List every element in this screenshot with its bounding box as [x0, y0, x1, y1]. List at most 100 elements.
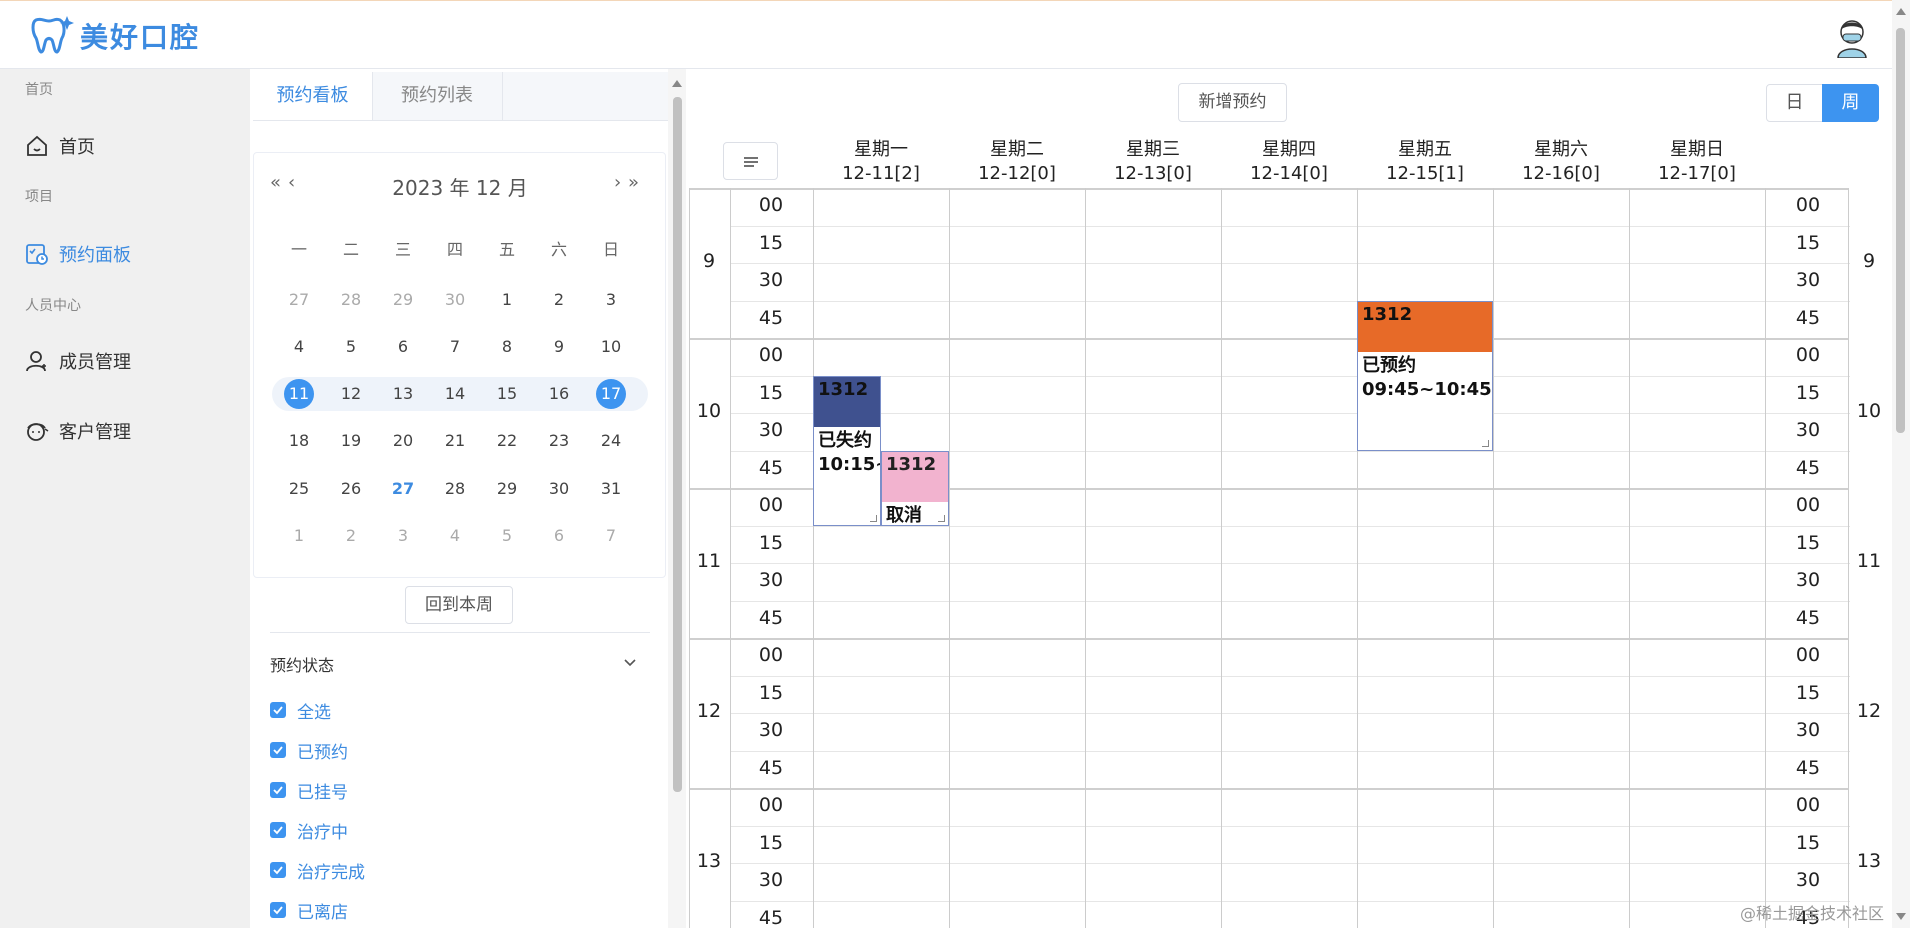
sidebar-item-schedule[interactable]: 预约面板 [0, 226, 250, 282]
calendar-day[interactable]: 2 [325, 521, 377, 551]
panel-scrollbar-thumb[interactable] [673, 97, 682, 792]
minute-label-right: 00 [1795, 644, 1821, 666]
back-to-week-button[interactable]: 回到本周 [405, 586, 513, 624]
minute-label-left: 00 [758, 344, 784, 366]
tab-board[interactable]: 预约看板 [253, 72, 373, 120]
filter-option[interactable]: 已挂号 [270, 777, 348, 803]
calendar-day[interactable]: 1 [481, 285, 533, 315]
calendar-day[interactable]: 31 [585, 474, 637, 504]
checkbox-checked-icon[interactable] [270, 822, 286, 838]
checkbox-checked-icon[interactable] [270, 862, 286, 878]
resize-handle-icon[interactable] [938, 514, 945, 522]
calendar-day[interactable]: 23 [533, 426, 585, 456]
resize-handle-icon[interactable] [870, 514, 877, 522]
calendar-day[interactable]: 28 [429, 474, 481, 504]
calendar-day[interactable]: 6 [533, 521, 585, 551]
calendar-day[interactable]: 4 [273, 332, 325, 362]
appointment-card[interactable]: 1312 已预约 09:45~10:45 [1357, 300, 1493, 451]
calendar-day[interactable]: 12 [325, 379, 377, 409]
day-column-header[interactable]: 星期日 12-17[0] [1629, 138, 1765, 186]
view-week-button[interactable]: 周 [1822, 84, 1879, 122]
calendar-day[interactable]: 15 [481, 379, 533, 409]
checkbox-checked-icon[interactable] [270, 902, 286, 918]
calendar-day[interactable]: 26 [325, 474, 377, 504]
calendar-day[interactable]: 7 [585, 521, 637, 551]
chevron-down-icon[interactable] [622, 654, 638, 670]
menu-button[interactable] [723, 142, 778, 180]
calendar-day[interactable]: 2 [533, 285, 585, 315]
calendar-day-label: 6 [397, 337, 409, 356]
scroll-up-icon[interactable] [671, 78, 683, 88]
sidebar-item-customers[interactable]: 客户管理 [0, 403, 250, 459]
resize-handle-icon[interactable] [1482, 439, 1489, 447]
weekday-label: 一 [290, 240, 307, 259]
next-month-icon[interactable]: › [614, 172, 621, 193]
calendar-day[interactable]: 3 [377, 521, 429, 551]
calendar-day[interactable]: 8 [481, 332, 533, 362]
calendar-day-label: 4 [293, 337, 305, 356]
day-column-header[interactable]: 星期五 12-15[1] [1357, 138, 1493, 186]
filter-option[interactable]: 治疗中 [270, 817, 348, 843]
calendar-day[interactable]: 17 [585, 379, 637, 409]
day-column-header[interactable]: 星期一 12-11[2] [813, 138, 949, 186]
calendar-day[interactable]: 19 [325, 426, 377, 456]
calendar-day[interactable]: 16 [533, 379, 585, 409]
checkbox-checked-icon[interactable] [270, 782, 286, 798]
column-gridline [1357, 188, 1358, 928]
calendar-day[interactable]: 27 [377, 474, 429, 504]
filter-option[interactable]: 已预约 [270, 737, 348, 763]
next-year-icon[interactable]: » [628, 172, 639, 193]
page-scrollbar-thumb[interactable] [1896, 28, 1905, 433]
sidebar-item-home[interactable]: 首页 [0, 118, 250, 174]
calendar-day[interactable]: 30 [533, 474, 585, 504]
add-appointment-button[interactable]: 新增预约 [1178, 83, 1287, 122]
view-day-button[interactable]: 日 [1766, 84, 1823, 122]
calendar-day[interactable]: 11 [273, 379, 325, 409]
calendar-day[interactable]: 7 [429, 332, 481, 362]
calendar-day[interactable]: 18 [273, 426, 325, 456]
checkbox-checked-icon[interactable] [270, 702, 286, 718]
calendar-day[interactable]: 5 [481, 521, 533, 551]
sidebar-item-members[interactable]: 成员管理 [0, 333, 250, 389]
scroll-down-icon[interactable] [1895, 912, 1907, 922]
tab-list[interactable]: 预约列表 [372, 72, 503, 120]
calendar-day[interactable]: 4 [429, 521, 481, 551]
calendar-day[interactable]: 24 [585, 426, 637, 456]
calendar-day[interactable]: 28 [325, 285, 377, 315]
day-date: 12-13[0] [1114, 163, 1192, 184]
calendar-day[interactable]: 29 [481, 474, 533, 504]
calendar-day[interactable]: 25 [273, 474, 325, 504]
calendar-day[interactable]: 10 [585, 332, 637, 362]
checkbox-checked-icon[interactable] [270, 742, 286, 758]
calendar-day[interactable]: 29 [377, 285, 429, 315]
calendar-day[interactable]: 3 [585, 285, 637, 315]
calendar-day[interactable]: 1 [273, 521, 325, 551]
filter-title: 预约状态 [270, 656, 335, 675]
calendar-day[interactable]: 22 [481, 426, 533, 456]
filter-option[interactable]: 全选 [270, 697, 331, 723]
hour-gridline [689, 788, 1849, 790]
calendar-day[interactable]: 20 [377, 426, 429, 456]
day-column-header[interactable]: 星期六 12-16[0] [1493, 138, 1629, 186]
filter-option[interactable]: 已离店 [270, 897, 348, 923]
calendar-day-label: 28 [340, 290, 362, 309]
calendar-day[interactable]: 30 [429, 285, 481, 315]
calendar-day[interactable]: 13 [377, 379, 429, 409]
scroll-up-icon[interactable] [1895, 6, 1907, 16]
calendar-day[interactable]: 9 [533, 332, 585, 362]
calendar-day[interactable]: 6 [377, 332, 429, 362]
day-name: 星期五 [1398, 139, 1452, 160]
day-column-header[interactable]: 星期四 12-14[0] [1221, 138, 1357, 186]
calendar-day[interactable]: 21 [429, 426, 481, 456]
calendar-day[interactable]: 14 [429, 379, 481, 409]
avatar[interactable] [1832, 16, 1872, 58]
appointment-card[interactable]: 1312取消10:45~ [881, 450, 949, 526]
calendar-day[interactable]: 27 [273, 285, 325, 315]
day-column-header[interactable]: 星期二 12-12[0] [949, 138, 1085, 186]
calendar-month-unit: 月 [507, 176, 528, 200]
calendar-day-label: 8 [501, 337, 513, 356]
appointment-card[interactable]: 1312已失约10:15~ [813, 375, 881, 526]
calendar-day[interactable]: 5 [325, 332, 377, 362]
filter-option[interactable]: 治疗完成 [270, 857, 365, 883]
day-column-header[interactable]: 星期三 12-13[0] [1085, 138, 1221, 186]
